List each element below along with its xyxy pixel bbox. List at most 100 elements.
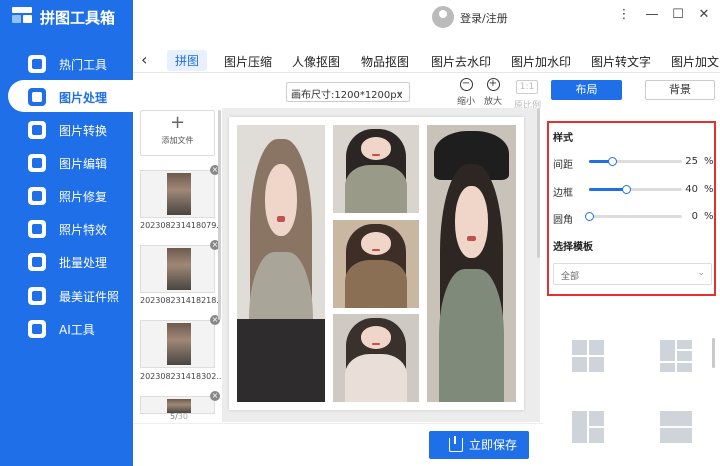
slider-fill <box>589 188 627 191</box>
remove-icon[interactable]: × <box>210 391 220 401</box>
user-avatar-icon[interactable] <box>432 6 454 28</box>
layout-template[interactable] <box>572 340 604 372</box>
canvas-size-select[interactable]: 画布尺寸:1200*1200px ⌄ <box>286 82 410 102</box>
zoom-out-button[interactable]: − 缩小 <box>452 78 480 107</box>
tab-object-cutout[interactable]: 物品抠图 <box>361 53 409 70</box>
file-thumbnail[interactable]: × <box>140 240 220 293</box>
photo-effects-icon <box>28 220 46 238</box>
collage-photo[interactable] <box>333 220 419 308</box>
layout-cell <box>660 362 675 372</box>
border-label: 边框 <box>553 188 573 199</box>
sidebar-item-label: 最美证件照 <box>59 290 120 304</box>
photo-lips <box>371 249 381 251</box>
template-title: 选择模板 <box>553 242 593 253</box>
layout-template[interactable] <box>660 340 692 372</box>
border-value: 40 <box>685 184 698 195</box>
spacing-label: 间距 <box>553 160 573 171</box>
thumbnail-image <box>167 323 191 365</box>
background-button[interactable]: 背景 <box>645 80 715 100</box>
image-processing-icon <box>28 88 46 106</box>
corner-radius-slider[interactable] <box>585 212 682 221</box>
login-link[interactable]: 登录/注册 <box>460 10 508 26</box>
canvas-scrollbar[interactable] <box>537 108 540 258</box>
sidebar-item-batch[interactable]: 批量处理 <box>0 245 133 277</box>
layout-template[interactable] <box>572 411 604 443</box>
photo-body <box>439 269 504 402</box>
layout-cell <box>660 340 675 361</box>
save-now-button[interactable]: 立即保存 <box>429 431 529 459</box>
zoom-in-label: 放大 <box>483 97 502 107</box>
layout-template[interactable] <box>660 411 692 443</box>
spacing-unit: % <box>704 156 714 167</box>
photo-skirt <box>237 318 325 402</box>
app-title: 拼图工具箱 <box>40 9 116 27</box>
sidebar-item-image-edit[interactable]: 图片编辑 <box>0 146 133 178</box>
template-select-value: 全部 <box>561 272 580 282</box>
collage-canvas[interactable] <box>229 117 524 410</box>
sidebar-item-ai-tools[interactable]: AI工具 <box>0 312 133 344</box>
file-list-scrollbar[interactable] <box>218 110 221 320</box>
tab-remove-watermark[interactable]: 图片去水印 <box>431 53 491 70</box>
maximize-button[interactable]: ☐ <box>669 6 687 24</box>
collage-photo[interactable] <box>427 125 516 402</box>
tab-add-text[interactable]: 图片加文 <box>671 53 720 70</box>
add-file-button[interactable]: + 添加文件 <box>140 110 215 156</box>
sidebar-item-label: 图片转换 <box>59 124 108 138</box>
image-edit-icon <box>28 154 46 172</box>
ai-tools-icon <box>28 320 46 338</box>
back-arrow-icon[interactable]: ‹ <box>141 50 147 69</box>
tab-add-watermark[interactable]: 图片加水印 <box>511 53 571 70</box>
file-count: 5/30 <box>170 412 188 421</box>
sidebar-item-photo-effects[interactable]: 照片特效 <box>0 212 133 244</box>
sidebar-item-id-photo[interactable]: 最美证件照 <box>0 279 133 311</box>
menu-icon[interactable]: ⋮ <box>615 6 633 24</box>
photo-body <box>345 354 407 402</box>
app-logo-icon <box>12 7 32 23</box>
sidebar-item-image-convert[interactable]: 图片转换 <box>0 113 133 145</box>
slider-handle[interactable] <box>585 212 594 221</box>
zoom-in-button[interactable]: + 放大 <box>479 78 507 107</box>
spacing-slider[interactable] <box>589 157 682 166</box>
photo-lips <box>371 154 381 156</box>
tab-compress[interactable]: 图片压缩 <box>224 53 272 70</box>
zoom-out-icon: − <box>459 78 473 91</box>
collage-photo[interactable] <box>333 314 419 402</box>
file-count-current: 5/ <box>170 412 178 421</box>
original-ratio-button[interactable]: 1:1 <box>516 80 538 94</box>
file-thumbnail[interactable]: × <box>140 315 220 368</box>
plus-icon: + <box>169 112 186 133</box>
photo-body <box>345 260 407 308</box>
border-slider[interactable] <box>589 185 682 194</box>
sidebar-item-label: 图片编辑 <box>59 157 108 171</box>
thumbnail-image <box>167 248 191 290</box>
file-name: 20230823141807​9... <box>140 221 224 230</box>
layout-cell <box>572 411 587 443</box>
canvas-size-value: 画布尺寸:1200*1200px <box>291 90 403 101</box>
sidebar-item-label: 批量处理 <box>59 256 108 270</box>
tab-portrait-cutout[interactable]: 人像抠图 <box>292 53 340 70</box>
tab-ocr[interactable]: 图片转文字 <box>591 53 651 70</box>
collage-photo[interactable] <box>333 125 419 213</box>
collage-photo[interactable] <box>237 125 325 402</box>
spacing-value: 25 <box>685 156 698 167</box>
corner-radius-unit: % <box>704 211 714 222</box>
sidebar-item-label: 照片修复 <box>59 190 108 204</box>
sidebar-item-photo-repair[interactable]: 照片修复 <box>0 179 133 211</box>
photo-lips <box>467 235 476 242</box>
template-scrollbar[interactable] <box>712 338 715 368</box>
layout-button[interactable]: 布局 <box>551 80 622 100</box>
layout-cell <box>589 411 604 426</box>
close-button[interactable]: ✕ <box>695 6 713 24</box>
sidebar-item-image-processing[interactable]: 图片处理 <box>8 80 133 112</box>
save-icon <box>449 436 463 452</box>
template-select[interactable]: 全部 ⌄ <box>553 263 712 285</box>
layout-cell <box>660 411 692 426</box>
corner-radius-value: 0 <box>691 211 698 222</box>
file-thumbnail[interactable]: × <box>140 165 220 218</box>
minimize-button[interactable]: — <box>643 6 661 24</box>
zoom-in-icon: + <box>486 78 500 91</box>
layout-cell <box>677 340 692 350</box>
file-name: 202308231418218... <box>140 296 224 305</box>
sidebar-item-hot-tools[interactable]: 热门工具 <box>0 47 133 79</box>
tab-collage[interactable]: 拼图 <box>167 50 208 71</box>
